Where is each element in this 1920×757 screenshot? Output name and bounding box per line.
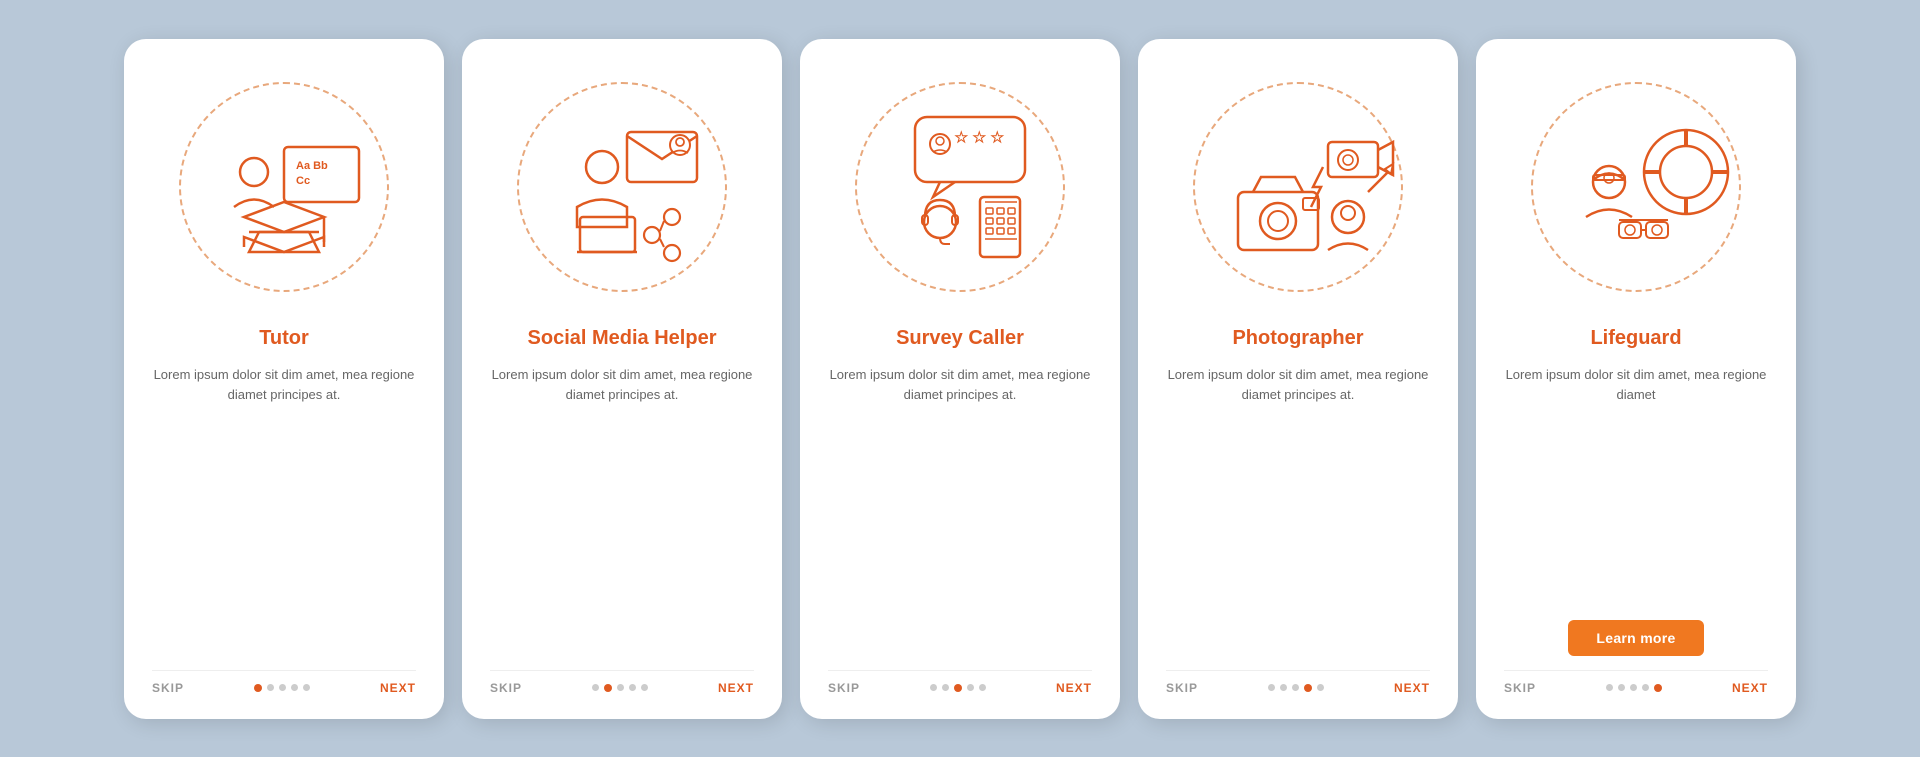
survey-caller-desc: Lorem ipsum dolor sit dim amet, mea regi… bbox=[828, 365, 1092, 650]
dot-5 bbox=[303, 684, 310, 691]
lifeguard-icon bbox=[1531, 82, 1741, 292]
survey-caller-next[interactable]: NEXT bbox=[1056, 681, 1092, 695]
card-survey-caller: ★ ★ ★ bbox=[800, 39, 1120, 719]
photographer-nav: SKIP NEXT bbox=[1166, 670, 1430, 695]
tutor-dots bbox=[254, 684, 310, 692]
dot-1 bbox=[1606, 684, 1613, 691]
lifeguard-skip[interactable]: SKIP bbox=[1504, 681, 1536, 695]
dot-1 bbox=[930, 684, 937, 691]
tutor-title: Tutor bbox=[259, 325, 309, 351]
photographer-skip[interactable]: SKIP bbox=[1166, 681, 1198, 695]
tutor-illustration: Aa Bb Cc bbox=[164, 67, 404, 307]
photographer-illustration bbox=[1178, 67, 1418, 307]
card-photographer: Photographer Lorem ipsum dolor sit dim a… bbox=[1138, 39, 1458, 719]
dot-3 bbox=[279, 684, 286, 691]
dot-1 bbox=[254, 684, 262, 692]
social-media-illustration bbox=[502, 67, 742, 307]
social-media-dots bbox=[592, 684, 648, 692]
lifeguard-illustration bbox=[1516, 67, 1756, 307]
survey-caller-illustration: ★ ★ ★ bbox=[840, 67, 1080, 307]
dot-2 bbox=[604, 684, 612, 692]
dot-2 bbox=[1280, 684, 1287, 691]
dot-5 bbox=[1317, 684, 1324, 691]
dot-5 bbox=[1654, 684, 1662, 692]
dot-5 bbox=[979, 684, 986, 691]
cards-container: Aa Bb Cc Tutor Lorem ipsum dolor sit dim… bbox=[94, 9, 1826, 749]
tutor-nav: SKIP NEXT bbox=[152, 670, 416, 695]
card-lifeguard: Lifeguard Lorem ipsum dolor sit dim amet… bbox=[1476, 39, 1796, 719]
svg-text:★: ★ bbox=[991, 129, 1004, 145]
photographer-next[interactable]: NEXT bbox=[1394, 681, 1430, 695]
tutor-desc: Lorem ipsum dolor sit dim amet, mea regi… bbox=[152, 365, 416, 650]
svg-text:Cc: Cc bbox=[296, 175, 310, 187]
social-media-desc: Lorem ipsum dolor sit dim amet, mea regi… bbox=[490, 365, 754, 650]
card-tutor: Aa Bb Cc Tutor Lorem ipsum dolor sit dim… bbox=[124, 39, 444, 719]
dot-3 bbox=[1292, 684, 1299, 691]
survey-caller-icon: ★ ★ ★ bbox=[855, 82, 1065, 292]
lifeguard-desc: Lorem ipsum dolor sit dim amet, mea regi… bbox=[1504, 365, 1768, 600]
photographer-dots bbox=[1268, 684, 1324, 692]
svg-text:★: ★ bbox=[955, 129, 968, 145]
dot-3 bbox=[954, 684, 962, 692]
social-media-title: Social Media Helper bbox=[528, 325, 717, 351]
learn-more-button[interactable]: Learn more bbox=[1568, 620, 1703, 656]
dot-3 bbox=[617, 684, 624, 691]
social-media-skip[interactable]: SKIP bbox=[490, 681, 522, 695]
dot-3 bbox=[1630, 684, 1637, 691]
card-social-media: Social Media Helper Lorem ipsum dolor si… bbox=[462, 39, 782, 719]
survey-caller-title: Survey Caller bbox=[896, 325, 1024, 351]
svg-text:★: ★ bbox=[973, 129, 986, 145]
lifeguard-title: Lifeguard bbox=[1590, 325, 1681, 351]
photographer-icon bbox=[1193, 82, 1403, 292]
dot-4 bbox=[1304, 684, 1312, 692]
lifeguard-next[interactable]: NEXT bbox=[1732, 681, 1768, 695]
lifeguard-nav: SKIP NEXT bbox=[1504, 670, 1768, 695]
dot-2 bbox=[1618, 684, 1625, 691]
dot-4 bbox=[1642, 684, 1649, 691]
tutor-next[interactable]: NEXT bbox=[380, 681, 416, 695]
dot-1 bbox=[592, 684, 599, 691]
social-media-next[interactable]: NEXT bbox=[718, 681, 754, 695]
dot-4 bbox=[291, 684, 298, 691]
dot-2 bbox=[942, 684, 949, 691]
survey-caller-nav: SKIP NEXT bbox=[828, 670, 1092, 695]
lifeguard-dots bbox=[1606, 684, 1662, 692]
social-media-nav: SKIP NEXT bbox=[490, 670, 754, 695]
tutor-icon: Aa Bb Cc bbox=[184, 87, 384, 287]
social-media-icon bbox=[522, 87, 722, 287]
survey-caller-dots bbox=[930, 684, 986, 692]
photographer-desc: Lorem ipsum dolor sit dim amet, mea regi… bbox=[1166, 365, 1430, 650]
tutor-skip[interactable]: SKIP bbox=[152, 681, 184, 695]
survey-caller-skip[interactable]: SKIP bbox=[828, 681, 860, 695]
svg-text:Aa Bb: Aa Bb bbox=[296, 160, 328, 172]
dot-1 bbox=[1268, 684, 1275, 691]
dot-2 bbox=[267, 684, 274, 691]
dot-4 bbox=[967, 684, 974, 691]
dot-5 bbox=[641, 684, 648, 691]
photographer-title: Photographer bbox=[1232, 325, 1363, 351]
dot-4 bbox=[629, 684, 636, 691]
